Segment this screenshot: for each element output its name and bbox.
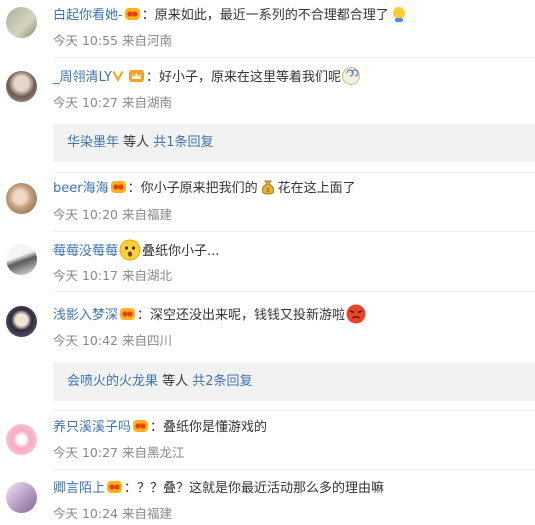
avatar[interactable] [6,7,37,38]
comment-text: 原来如此，最近一系列的不合理都合理了 [154,8,389,23]
comment-colon: ： [127,181,141,196]
reply-username[interactable]: 会喷火的火龙果 [67,374,158,389]
comment-text: 深空还没出来呢，钱钱又投新游啦 [150,308,346,323]
comment-colon: ： [137,308,151,323]
surprised-emoji-icon [119,239,141,261]
reply-count-link[interactable]: 共2条回复 [192,374,252,389]
comment-time: 今天 10:55 [53,33,118,48]
reply-summary[interactable]: 会喷火的火龙果 等人 共2条回复 [53,363,535,401]
comment-time: 今天 10:20 [53,207,118,222]
crown-badge-icon[interactable] [128,69,145,83]
member-badge-icon[interactable] [110,180,127,194]
reply-username[interactable]: 华染墨年 [67,135,119,150]
comment-item: beer海海 ：你小子原来把我们的 $ 花在这上面了 今天 10:20 来自福建 [0,172,535,232]
avatar[interactable] [6,183,37,214]
dizzy-emoji-icon [342,67,360,85]
avatar[interactable] [6,424,37,455]
member-badge-icon[interactable] [119,307,136,321]
comment-location: 来自福建 [122,207,173,222]
comment-text: 叠纸你小子... [142,244,220,259]
comment-colon: ： [150,420,164,435]
comment-text: ？？叠？这就是你最近活动那么多的理由嘛 [137,481,385,496]
avatar[interactable] [6,306,37,337]
comment-time: 今天 10:42 [53,333,118,348]
comment-colon: ： [141,8,155,23]
comment-item: 养只溪溪子吗 ：叠纸你是懂游戏的 今天 10:27 来自黑龙江 [0,410,535,470]
comment-location: 来自福建 [122,506,173,521]
member-badge-icon[interactable] [106,480,123,494]
username[interactable]: _周翎清LY [53,70,112,85]
comment-location: 来自四川 [122,333,173,348]
comment-text: 你小子原来把我们的 [140,181,258,196]
comment-item: 白起你看她- ：原来如此，最近一系列的不合理都合理了 今天 10:55 来自河南 [0,0,535,58]
thinking-emoji-icon [392,7,405,22]
comment-time: 今天 10:24 [53,506,118,521]
svg-text:$: $ [266,187,270,194]
comment-location: 来自河南 [122,33,173,48]
avatar[interactable] [6,482,37,513]
verified-v-icon [112,71,124,83]
reply-count-link[interactable]: 共1条回复 [153,135,213,150]
username[interactable]: beer海海 [53,181,109,196]
username[interactable]: 莓莓没莓莓 [53,244,118,259]
member-badge-icon[interactable] [124,7,141,21]
comment-colon: ： [145,70,159,85]
username[interactable]: 浅影入梦深 [53,308,118,323]
comment-location: 来自黑龙江 [122,445,185,460]
reply-middle: 等人 [119,135,154,150]
comment-item: 卿言陌上 ：？？叠？这就是你最近活动那么多的理由嘛 今天 10:24 来自福建 [0,470,535,525]
comment-text: 叠纸你是懂游戏的 [163,420,268,435]
username[interactable]: 养只溪溪子吗 [53,420,131,435]
comment-item: _周翎清LY ：好小子，原来在这里等着我们呢 今天 10:27 来自湖南 [0,58,535,120]
username[interactable]: 白起你看她- [53,8,123,23]
comment-text: 好小子，原来在这里等着我们呢 [158,70,341,85]
angry-emoji-icon [346,304,366,324]
comment-time: 今天 10:27 [53,95,118,110]
comment-item: 莓莓没莓莓 叠纸你小子... 今天 10:17 来自湖北 [0,232,535,292]
reply-middle: 等人 [158,374,193,389]
avatar[interactable] [6,71,37,102]
comment-time: 今天 10:17 [53,268,118,283]
comment-location: 来自湖南 [122,95,173,110]
comment-time: 今天 10:27 [53,445,118,460]
comment-colon: ： [124,481,138,496]
comment-text-continued: 花在这上面了 [277,181,356,196]
avatar[interactable] [6,244,37,275]
username[interactable]: 卿言陌上 [53,481,105,496]
reply-summary[interactable]: 华染墨年 等人 共1条回复 [53,124,535,162]
money-bag-icon: $ [261,180,274,195]
comment-item: 浅影入梦深 ：深空还没出来呢，钱钱又投新游啦 今天 10:42 来自四川 [0,292,535,354]
comment-location: 来自湖北 [122,268,173,283]
member-badge-icon[interactable] [132,419,149,433]
